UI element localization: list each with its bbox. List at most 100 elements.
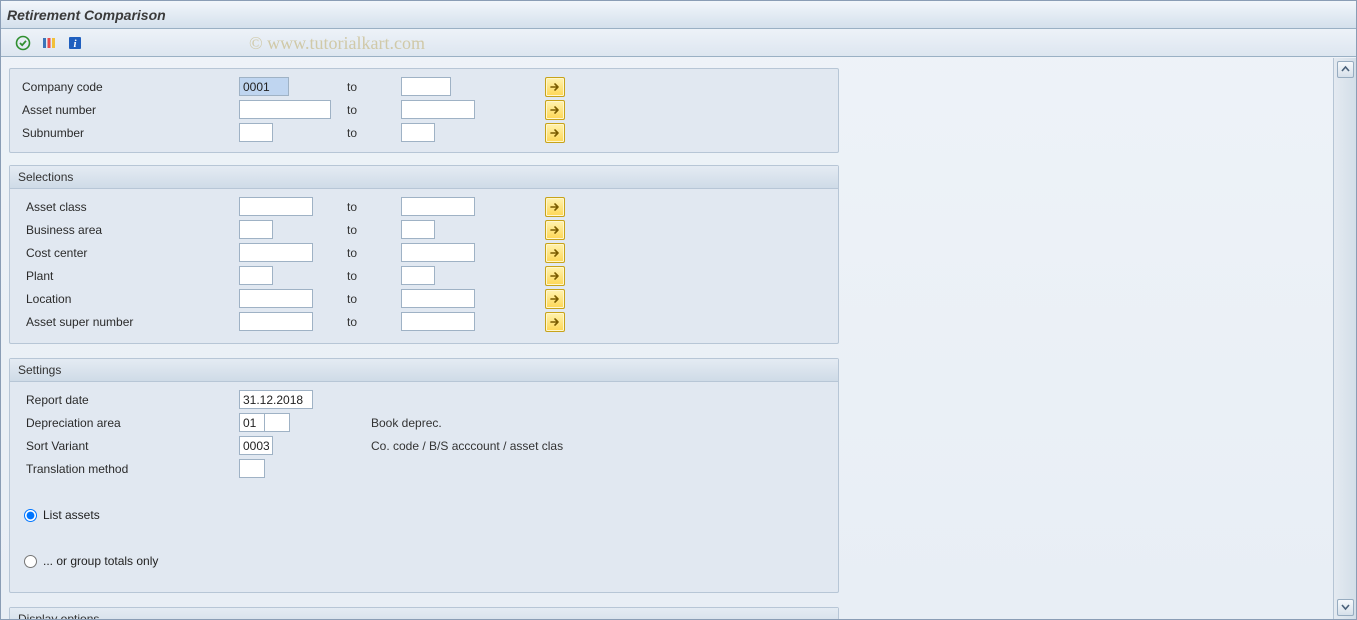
radio-input[interactable] (24, 509, 37, 522)
radio-label: ... or group totals only (43, 554, 158, 568)
arrow-right-icon (549, 270, 561, 282)
from-input[interactable] (239, 289, 313, 308)
field-label: Company code (18, 80, 233, 94)
field-label: Business area (18, 223, 233, 237)
form-row: Plant to (18, 264, 830, 287)
form-row: Translation method (18, 457, 830, 480)
to-label: to (345, 246, 395, 260)
arrow-right-icon (549, 224, 561, 236)
field-label: Location (18, 292, 233, 306)
group-display-options: Display options (9, 607, 839, 619)
to-label: to (345, 80, 395, 94)
field-label: Asset class (18, 200, 233, 214)
form-row: Subnumber to (18, 121, 830, 144)
field-label: Sort Variant (18, 439, 233, 453)
setting-input[interactable] (239, 413, 265, 432)
form-row: Business area to (18, 218, 830, 241)
form-row: Asset number to (18, 98, 830, 121)
multiple-selection-button[interactable] (545, 197, 565, 217)
form-row: Sort Variant Co. code / B/S acccount / a… (18, 434, 830, 457)
to-label: to (345, 292, 395, 306)
multiple-selection-button[interactable] (545, 289, 565, 309)
page-title: Retirement Comparison (1, 1, 1356, 29)
radio-group-totals[interactable]: ... or group totals only (18, 550, 830, 572)
form-row: Company code to (18, 75, 830, 98)
arrow-right-icon (549, 104, 561, 116)
arrow-right-icon (549, 201, 561, 213)
to-input[interactable] (401, 266, 435, 285)
group-display-options-title: Display options (10, 608, 838, 619)
from-input[interactable] (239, 220, 273, 239)
multiple-selection-button[interactable] (545, 100, 565, 120)
form-row: Cost center to (18, 241, 830, 264)
to-input[interactable] (401, 197, 475, 216)
setting-input[interactable] (239, 390, 313, 409)
field-label: Subnumber (18, 126, 233, 140)
multiple-selection-button[interactable] (545, 266, 565, 286)
arrow-right-icon (549, 293, 561, 305)
to-label: to (345, 269, 395, 283)
arrow-right-icon (549, 81, 561, 93)
arrow-right-icon (549, 247, 561, 259)
to-input[interactable] (401, 289, 475, 308)
arrow-right-icon (549, 127, 561, 139)
multiple-selection-button[interactable] (545, 123, 565, 143)
from-input[interactable] (239, 197, 313, 216)
from-input[interactable] (239, 100, 331, 119)
field-label: Translation method (18, 462, 233, 476)
setting-description: Co. code / B/S acccount / asset clas (345, 439, 563, 453)
field-label: Report date (18, 393, 233, 407)
to-input[interactable] (401, 100, 475, 119)
from-input[interactable] (239, 266, 273, 285)
from-input[interactable] (239, 77, 289, 96)
radio-input[interactable] (24, 555, 37, 568)
setting-description: Book deprec. (345, 416, 442, 430)
to-input[interactable] (401, 220, 435, 239)
to-input[interactable] (401, 243, 475, 262)
variants-button[interactable] (39, 33, 59, 53)
radio-list-assets[interactable]: List assets (18, 504, 830, 526)
group-selections: Selections Asset class to Business area … (9, 165, 839, 344)
info-icon: i (67, 35, 83, 51)
field-label: Cost center (18, 246, 233, 260)
multiple-selection-button[interactable] (545, 77, 565, 97)
multiple-selection-button[interactable] (545, 243, 565, 263)
setting-input-ext[interactable] (264, 413, 290, 432)
form-row: Asset super number to (18, 310, 830, 333)
form-row: Asset class to (18, 195, 830, 218)
field-label: Asset number (18, 103, 233, 117)
scroll-up-button[interactable] (1337, 61, 1354, 78)
form-row: Report date (18, 388, 830, 411)
form-row: Depreciation area Book deprec. (18, 411, 830, 434)
from-input[interactable] (239, 243, 313, 262)
setting-input[interactable] (239, 436, 273, 455)
to-input[interactable] (401, 312, 475, 331)
execute-button[interactable] (13, 33, 33, 53)
to-input[interactable] (401, 77, 451, 96)
setting-input[interactable] (239, 459, 265, 478)
vertical-scrollbar[interactable] (1333, 58, 1356, 619)
scroll-down-button[interactable] (1337, 599, 1354, 616)
variants-icon (41, 35, 57, 51)
from-input[interactable] (239, 312, 313, 331)
to-input[interactable] (401, 123, 435, 142)
info-button[interactable]: i (65, 33, 85, 53)
group-settings: Settings Report date Depreciation area B… (9, 358, 839, 593)
form-row: Location to (18, 287, 830, 310)
to-label: to (345, 315, 395, 329)
field-label: Asset super number (18, 315, 233, 329)
to-label: to (345, 103, 395, 117)
toolbar: i (1, 29, 1356, 57)
chevron-down-icon (1341, 603, 1350, 612)
to-label: to (345, 200, 395, 214)
multiple-selection-button[interactable] (545, 312, 565, 332)
multiple-selection-button[interactable] (545, 220, 565, 240)
to-label: to (345, 126, 395, 140)
arrow-right-icon (549, 316, 561, 328)
from-input[interactable] (239, 123, 273, 142)
chevron-up-icon (1341, 65, 1350, 74)
top-block: Company code to Asset number to Subnumbe… (9, 68, 839, 153)
execute-icon (15, 35, 31, 51)
to-label: to (345, 223, 395, 237)
field-label: Plant (18, 269, 233, 283)
